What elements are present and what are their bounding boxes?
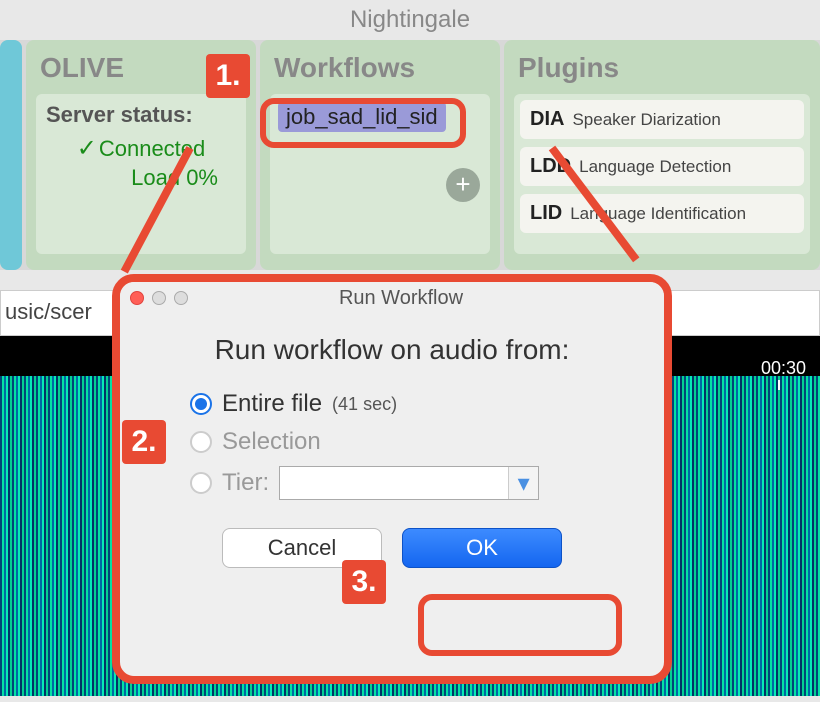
checkmark-icon: ✓ [77, 135, 97, 162]
dialog-titlebar: Run Workflow [120, 282, 664, 314]
callout-badge-1: 1. [206, 54, 250, 98]
server-status-label: Server status: [46, 102, 236, 128]
path-fragment: usic/scer [5, 299, 92, 324]
chevron-down-icon: ▾ [508, 467, 538, 499]
workflows-panel: Workflows job_sad_lid_sid + [260, 40, 500, 270]
radio-entire-file[interactable]: Entire file (41 sec) [190, 390, 634, 418]
dialog-heading: Run workflow on audio from: [150, 334, 634, 366]
plugin-code: LID [530, 202, 562, 225]
timeline-tick [778, 380, 780, 390]
plugin-code: DIA [530, 108, 564, 131]
tier-select[interactable]: ▾ [279, 466, 539, 500]
dialog-button-row: Cancel OK [150, 528, 634, 568]
close-icon[interactable] [130, 291, 144, 305]
callout-badge-3: 3. [342, 560, 386, 604]
callout-badge-2: 2. [122, 420, 166, 464]
radio-label: Tier: [222, 469, 269, 497]
radio-tier: Tier: ▾ [190, 466, 634, 500]
radio-icon [190, 472, 212, 494]
annotation-ring-3 [418, 594, 622, 656]
server-load: Load 0% [46, 165, 236, 191]
radio-icon [190, 393, 212, 415]
app-titlebar: Nightingale [0, 0, 820, 40]
plugins-header: Plugins [514, 46, 810, 94]
dialog-body: Run workflow on audio from: Entire file … [120, 314, 664, 582]
add-workflow-button[interactable]: + [446, 168, 480, 202]
app-title: Nightingale [350, 6, 470, 33]
workflows-header: Workflows [270, 46, 490, 94]
radio-label: Entire file [222, 390, 322, 418]
collapsed-panel[interactable] [0, 40, 22, 270]
panel-row: OLIVE Server status: ✓Connected Load 0% … [0, 40, 820, 270]
radio-icon [190, 431, 212, 453]
plugin-row-lid[interactable]: LID Language Identification [520, 194, 804, 233]
radio-selection: Selection [190, 428, 634, 456]
ok-button[interactable]: OK [402, 528, 562, 568]
timeline-timestamp: 00:30 [761, 358, 806, 379]
duration-label: (41 sec) [332, 394, 397, 415]
radio-label: Selection [222, 428, 321, 456]
plugins-body: DIA Speaker Diarization LDD Language Det… [514, 94, 810, 254]
plugin-desc: Language Detection [579, 157, 731, 177]
server-status-connected: ✓Connected [46, 134, 236, 163]
annotation-ring-1 [260, 98, 466, 148]
plus-icon: + [455, 169, 470, 199]
dialog-title: Run Workflow [148, 287, 654, 310]
plugin-desc: Speaker Diarization [572, 110, 720, 130]
plugin-row-dia[interactable]: DIA Speaker Diarization [520, 100, 804, 139]
